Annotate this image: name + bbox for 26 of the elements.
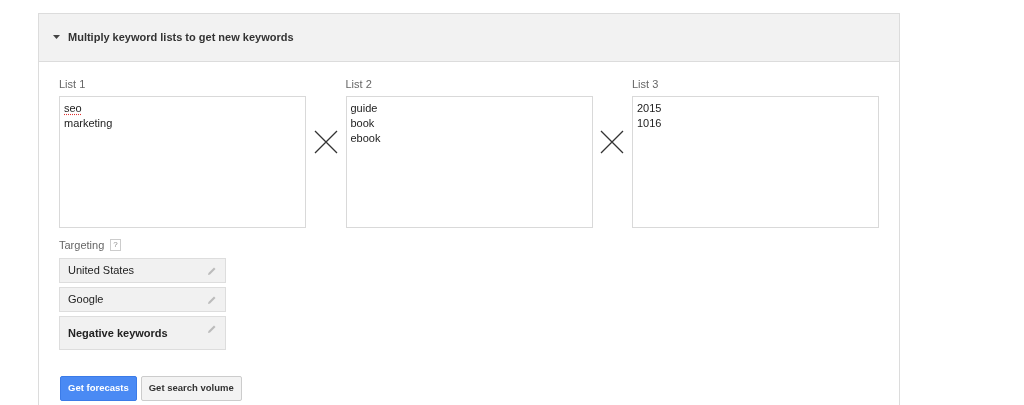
pencil-icon[interactable] bbox=[207, 265, 217, 276]
targeting-setting[interactable]: Negative keywords bbox=[59, 316, 226, 350]
list-label: List 2 bbox=[345, 77, 373, 92]
targeting-label: Targeting bbox=[59, 238, 105, 253]
keyword-list-field[interactable]: seo marketing bbox=[59, 96, 306, 228]
keyword-text: book bbox=[350, 116, 375, 131]
keyword-list-field[interactable]: guide book ebook bbox=[345, 96, 593, 228]
keyword-text: guide bbox=[350, 101, 378, 116]
keyword-list-field[interactable]: 2015 1016 bbox=[632, 96, 879, 228]
panel-title: Multiply keyword lists to get new keywords bbox=[68, 30, 294, 46]
keyword-text: 2015 bbox=[637, 101, 662, 116]
list-label: List 3 bbox=[632, 77, 660, 92]
keyword-text: seo bbox=[64, 101, 82, 116]
keyword-text: 1016 bbox=[637, 116, 662, 131]
list-label: List 1 bbox=[59, 77, 87, 92]
multiply-icon bbox=[313, 130, 338, 154]
pencil-icon[interactable] bbox=[207, 294, 217, 305]
multiply-icon bbox=[600, 130, 625, 154]
keyword-text: marketing bbox=[64, 116, 113, 131]
keyword-text: ebook bbox=[350, 131, 381, 146]
targeting-setting[interactable]: United States bbox=[59, 258, 226, 283]
pencil-icon[interactable] bbox=[207, 324, 217, 334]
help-icon[interactable]: ? bbox=[110, 239, 121, 251]
action-button[interactable]: Get search volume bbox=[140, 376, 242, 401]
targeting-setting[interactable]: Google bbox=[59, 287, 226, 312]
panel-header[interactable]: Multiply keyword lists to get new keywords bbox=[39, 14, 899, 62]
